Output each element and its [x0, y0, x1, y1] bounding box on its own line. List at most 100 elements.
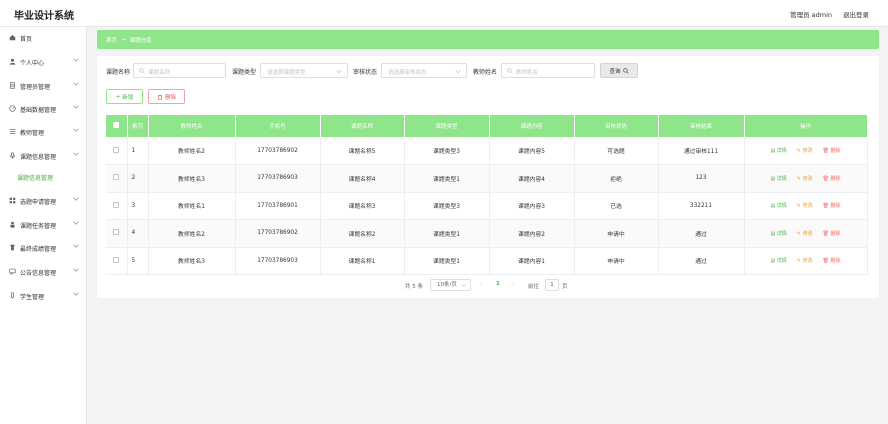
audit-result-cell: 332211: [658, 192, 745, 220]
goto-page-input[interactable]: 1: [545, 279, 559, 291]
edit-label: 修改: [802, 175, 813, 182]
audit-status-cell: 拒绝: [574, 164, 659, 193]
edit-button[interactable]: ✎ 修改: [797, 202, 813, 209]
edit-button[interactable]: ✎ 修改: [797, 147, 813, 154]
person-icon: [9, 221, 16, 228]
header-teacher-name: 教师姓名: [148, 115, 236, 137]
sidebar-item-4[interactable]: 教师管理: [0, 124, 87, 140]
teacher-name-input[interactable]: 教师姓名: [501, 63, 595, 78]
topic-content-cell: 课题内容3: [489, 192, 575, 220]
sidebar-item-5[interactable]: 课题信息管理: [0, 148, 87, 164]
select-all-checkbox[interactable]: [106, 115, 128, 137]
breadcrumb: 首页 → 课题信息: [97, 30, 879, 49]
delete-label: 删除: [830, 258, 841, 265]
chevron-down-icon: [73, 104, 79, 110]
user-icon: [9, 58, 16, 65]
view-detail-button[interactable]: ▤ 详情: [770, 202, 786, 209]
delete-label: 删除: [830, 148, 841, 154]
page-size-select[interactable]: 10条/页: [430, 279, 471, 291]
gauge-icon: [9, 105, 16, 112]
edit-button[interactable]: ✎ 修改: [797, 230, 813, 237]
sidebar-item-3[interactable]: 基础数据管理: [0, 101, 87, 117]
view-detail-button[interactable]: ▤ 详情: [770, 230, 786, 237]
sidebar-item-1[interactable]: 个人中心: [0, 54, 87, 70]
phone-cell: 17703786901: [235, 192, 321, 220]
home-icon: [9, 34, 16, 41]
audit-result-cell: 通过: [658, 219, 745, 248]
prev-page-button[interactable]: ‹: [480, 281, 482, 287]
delete-button[interactable]: 删除: [148, 89, 185, 104]
trash-icon: [157, 94, 163, 100]
table-row: 4 教师姓名2 17703786902 课题名称2 课题类型1 课题内容2 申请中 通过 ▤ 详…: [106, 219, 868, 248]
table-row: 5 教师姓名3 17703786903 课题名称1 课题类型1 课题内容1 申请中 通过 ▤ 详…: [106, 247, 868, 275]
view-detail-button[interactable]: ▤ 详情: [770, 147, 786, 154]
view-detail-button[interactable]: ▤ 详情: [770, 257, 786, 264]
topic-type-select[interactable]: 请选择课题类型: [260, 63, 348, 78]
breadcrumb-home[interactable]: 首页: [106, 36, 117, 44]
teacher-name-cell: 教师姓名3: [148, 247, 236, 275]
page-word-label: 页: [562, 284, 568, 290]
next-page-button[interactable]: ›: [512, 281, 514, 287]
sidebar-item-9[interactable]: 最终成绩管理: [0, 240, 87, 256]
view-label: 详情: [776, 203, 787, 210]
edit-button[interactable]: ✎ 修改: [797, 175, 813, 182]
topic-table: 索引 教师姓名 手机号 课题名称 课题类型 课题内容 审核状态 审核结果 操作 …: [106, 115, 868, 275]
edit-label: 修改: [802, 230, 813, 237]
sidebar-item-10[interactable]: 公告信息管理: [0, 264, 87, 280]
edit-button[interactable]: ✎ 修改: [797, 257, 813, 264]
edit-label: 修改: [802, 203, 813, 210]
edit-label: 修改: [802, 258, 813, 265]
phone-cell: 17703786902: [235, 137, 321, 165]
view-detail-button[interactable]: ▤ 详情: [770, 175, 786, 182]
query-button[interactable]: 查询: [600, 63, 638, 78]
row-delete-button[interactable]: 🗑 删除: [823, 147, 841, 154]
search-label-audit-status: 审核状态: [353, 69, 378, 76]
sidebar-item-11[interactable]: 学生管理: [0, 288, 87, 304]
row-delete-button[interactable]: 🗑 删除: [823, 230, 841, 237]
sidebar-item-label: 课题任务管理: [20, 223, 57, 230]
audit-status-placeholder: 请选择审核状态: [388, 70, 427, 76]
sidebar-item-8[interactable]: 课题任务管理: [0, 217, 87, 233]
teacher-name-placeholder: 教师姓名: [516, 70, 539, 76]
index-cell: 5: [127, 247, 149, 275]
goto-label: 前往: [528, 284, 540, 290]
row-checkbox[interactable]: [106, 137, 128, 165]
audit-result-cell: 123: [658, 164, 745, 193]
topic-type-cell: 课题类型1: [404, 164, 490, 193]
sidebar-item-label: 学生管理: [20, 294, 45, 301]
sidebar-item-0[interactable]: 首页: [0, 30, 87, 46]
table-header-row: 索引 教师姓名 手机号 课题名称 课题类型 课题内容 审核状态 审核结果 操作: [106, 115, 868, 137]
operations-cell: ▤ 详情 ✎ 修改 🗑 删除: [744, 247, 868, 275]
list-icon: [9, 128, 16, 135]
row-delete-button[interactable]: 🗑 删除: [823, 202, 841, 209]
sidebar-item-label: 管理员管理: [20, 84, 51, 91]
row-checkbox[interactable]: [106, 247, 128, 275]
delete-label: 删除: [830, 230, 841, 237]
sidebar: 首页 个人中心 管理员管理 基础数据管理 教师管理 课题信息管理 课题信息管理 选题申请管理课…: [0, 27, 87, 424]
topic-type-cell: 课题类型3: [404, 137, 490, 165]
teacher-name-cell: 教师姓名3: [148, 164, 236, 193]
pen-icon: [9, 292, 16, 299]
header-topic-name: 课题名称: [320, 115, 405, 137]
sidebar-item-6[interactable]: 课题信息管理: [0, 169, 87, 185]
row-checkbox[interactable]: [106, 192, 128, 220]
audit-status-select[interactable]: 请选择审核状态: [381, 63, 467, 78]
row-delete-button[interactable]: 🗑 删除: [823, 175, 841, 182]
topic-name-cell: 课题名称5: [320, 137, 405, 165]
header-audit-result: 审核结果: [658, 115, 745, 137]
topic-name-input[interactable]: 课题名称: [133, 63, 226, 78]
row-checkbox[interactable]: [106, 219, 128, 248]
row-checkbox[interactable]: [106, 164, 128, 193]
page-number-current[interactable]: 1: [496, 281, 500, 287]
sidebar-item-2[interactable]: 管理员管理: [0, 78, 87, 94]
breadcrumb-current: 课题信息: [129, 37, 152, 44]
operations-cell: ▤ 详情 ✎ 修改 🗑 删除: [744, 137, 868, 165]
sidebar-item-label: 课题信息管理: [17, 175, 54, 182]
add-button[interactable]: + 新增: [106, 89, 143, 104]
operations-cell: ▤ 详情 ✎ 修改 🗑 删除: [744, 192, 868, 220]
logout-link[interactable]: 退出登录: [843, 9, 869, 19]
phone-cell: 17703786902: [235, 219, 321, 248]
row-delete-button[interactable]: 🗑 删除: [823, 257, 841, 264]
chevron-down-icon: [461, 284, 466, 287]
sidebar-item-7[interactable]: 选题申请管理: [0, 193, 87, 209]
